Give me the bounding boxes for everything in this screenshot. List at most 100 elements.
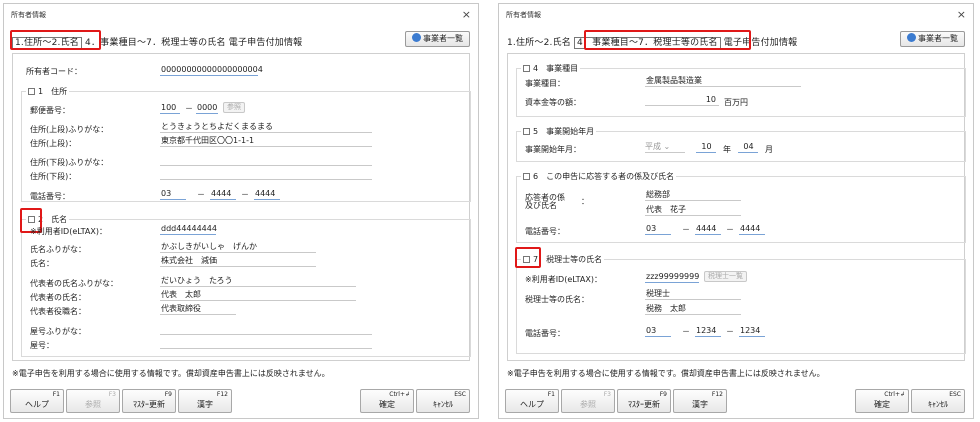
name-field[interactable]: 株式会社 減価 bbox=[160, 255, 316, 267]
addr-kana-upper-field[interactable]: とうきょうとちよだくまるまる bbox=[160, 121, 372, 133]
function-key-bar: F1 ヘルプ F3 参照 F9 ﾏｽﾀｰ更新 F12 漢字 Ctrl+↲ 確定 ESC ｷｬ… bbox=[503, 389, 969, 416]
business-list-button[interactable]: 事業者一覧 bbox=[900, 31, 965, 47]
tel3-field[interactable]: 4444 bbox=[739, 223, 765, 235]
addr-lower-field[interactable] bbox=[160, 168, 372, 180]
f1-key: F1 bbox=[547, 391, 555, 398]
tel-label: 電話番号： bbox=[30, 192, 70, 201]
section-5-checkbox[interactable] bbox=[523, 128, 530, 135]
yago-field[interactable] bbox=[160, 337, 372, 349]
tab-address-name[interactable]: 1.住所～2.氏名 bbox=[507, 38, 571, 48]
capital-label: 資本金等の額： bbox=[525, 98, 581, 107]
tax-accountant-name-field-2[interactable]: 税務 太郎 bbox=[645, 303, 741, 315]
highlight-tab bbox=[10, 30, 101, 50]
rep-kana-label: 代表者の氏名ふりがな： bbox=[30, 279, 118, 288]
f12-label: 漢字 bbox=[692, 400, 708, 409]
respondent-name-field[interactable]: 代表 花子 bbox=[645, 204, 741, 216]
zip1-field[interactable]: 100 bbox=[160, 102, 180, 114]
f9-label: ﾏｽﾀｰ更新 bbox=[133, 400, 165, 409]
tel-dash-2: － bbox=[726, 225, 734, 234]
addr-kana-lower-label: 住所(下段)ふりがな： bbox=[30, 158, 109, 167]
window-title: 所有者情報 bbox=[506, 11, 541, 19]
tel2-field[interactable]: 4444 bbox=[695, 223, 721, 235]
yago-label: 屋号： bbox=[30, 341, 54, 350]
rep-title-field[interactable]: 代表取締役 bbox=[160, 303, 236, 315]
capital-unit: 百万円 bbox=[724, 98, 748, 107]
tel3-field[interactable]: 4444 bbox=[254, 188, 280, 200]
yago-kana-field[interactable] bbox=[160, 323, 372, 335]
name-kana-label: 氏名ふりがな： bbox=[30, 245, 86, 254]
rep-kana-field[interactable]: だいひょう たろう bbox=[160, 275, 356, 287]
section-4-label: 4 事業種目 bbox=[533, 64, 579, 73]
rep-field[interactable]: 代表 太郎 bbox=[160, 289, 356, 301]
addr-upper-field[interactable]: 東京都千代田区〇〇1-1-1 bbox=[160, 135, 372, 147]
function-key-bar: F1 ヘルプ F3 参照 F9 ﾏｽﾀｰ更新 F12 漢字 Ctrl+↲ 確定 ESC ｷｬ… bbox=[8, 389, 474, 416]
title-bar: 所有者情報 × bbox=[4, 4, 478, 26]
content-panel: 所有者コード： 00000000000000000004 1 住所 郵便番号： … bbox=[12, 53, 471, 361]
tax-tel1-field[interactable]: 03 bbox=[645, 325, 671, 337]
cancel-button[interactable]: ESC ｷｬﾝｾﾙ bbox=[416, 389, 470, 413]
tel1-field[interactable]: 03 bbox=[160, 188, 186, 200]
month-field[interactable]: 04 bbox=[738, 141, 758, 153]
tel2-label: 電話番号： bbox=[525, 329, 565, 338]
f3-reference-button[interactable]: F3 参照 bbox=[66, 389, 120, 413]
confirm-label: 確定 bbox=[874, 400, 890, 409]
addr-upper-label: 住所(上段)： bbox=[30, 139, 77, 148]
f3-reference-button[interactable]: F3 参照 bbox=[561, 389, 615, 413]
addr-kana-upper-label: 住所(上段)ふりがな： bbox=[30, 125, 109, 134]
f12-kanji-button[interactable]: F12 漢字 bbox=[673, 389, 727, 413]
f9-master-update-button[interactable]: F9 ﾏｽﾀｰ更新 bbox=[122, 389, 176, 413]
f1-key: F1 bbox=[52, 391, 60, 398]
f1-help-button[interactable]: F1 ヘルプ bbox=[10, 389, 64, 413]
tax-tel2-field[interactable]: 1234 bbox=[695, 325, 721, 337]
userid-label: ※利用者ID(eLTAX)： bbox=[30, 227, 107, 236]
tax-accountant-name-field-1[interactable]: 税理士 bbox=[645, 288, 741, 300]
rep-title-label: 代表者役職名： bbox=[30, 307, 86, 316]
business-list-button[interactable]: 事業者一覧 bbox=[405, 31, 470, 47]
capital-field[interactable]: 10 bbox=[645, 94, 719, 106]
year-field[interactable]: 10 bbox=[696, 141, 716, 153]
tax-tel3-field[interactable]: 1234 bbox=[739, 325, 765, 337]
f1-help-button[interactable]: F1 ヘルプ bbox=[505, 389, 559, 413]
tab-e-filing[interactable]: 電子申告付加情報 bbox=[229, 38, 303, 48]
ctrl-enter-key: Ctrl+↲ bbox=[884, 391, 905, 398]
tax-accountant-list-button[interactable]: 税理士一覧 bbox=[704, 271, 747, 282]
section-4-checkbox[interactable] bbox=[523, 65, 530, 72]
section-1-title: 1 住所 bbox=[26, 86, 70, 97]
f9-master-update-button[interactable]: F9 ﾏｽﾀｰ更新 bbox=[617, 389, 671, 413]
addr-kana-lower-field[interactable] bbox=[160, 154, 372, 166]
tel2-field[interactable]: 4444 bbox=[210, 188, 236, 200]
close-icon[interactable]: × bbox=[462, 8, 471, 21]
section-1-checkbox[interactable] bbox=[28, 88, 35, 95]
confirm-label: 確定 bbox=[379, 400, 395, 409]
section-6-checkbox[interactable] bbox=[523, 173, 530, 180]
userid-label: ※利用者ID(eLTAX)： bbox=[525, 275, 602, 284]
tel1-field[interactable]: 03 bbox=[645, 223, 671, 235]
respondent-dept-field[interactable]: 総務部 bbox=[645, 189, 741, 201]
confirm-button[interactable]: Ctrl+↲ 確定 bbox=[855, 389, 909, 413]
highlight-tab bbox=[584, 30, 751, 50]
confirm-button[interactable]: Ctrl+↲ 確定 bbox=[360, 389, 414, 413]
addr-lower-label: 住所(下段)： bbox=[30, 172, 77, 181]
f12-kanji-button[interactable]: F12 漢字 bbox=[178, 389, 232, 413]
esc-key: ESC bbox=[949, 391, 961, 398]
f3-label: 参照 bbox=[85, 400, 101, 409]
zip2-field[interactable]: 0000 bbox=[196, 102, 218, 114]
zip-reference-button[interactable]: 参照 bbox=[223, 102, 245, 113]
userid-field[interactable]: ddd44444444 bbox=[160, 223, 217, 235]
section-6-label: 6 この申告に応答する者の係及び氏名 bbox=[533, 172, 675, 181]
owner-code-field[interactable]: 00000000000000000004 bbox=[160, 64, 263, 76]
userid-field[interactable]: zzz99999999 bbox=[645, 271, 699, 283]
f3-key: F3 bbox=[108, 391, 116, 398]
section-2-label: 2 氏名 bbox=[38, 215, 68, 224]
tel-label: 電話番号： bbox=[525, 227, 565, 236]
zip-label: 郵便番号： bbox=[30, 106, 70, 115]
close-icon[interactable]: × bbox=[957, 8, 966, 21]
tab-business-tax[interactable]: 4．事業種目～7．税理士等の氏名 bbox=[85, 38, 226, 48]
footer-note: ※電子申告を利用する場合に使用する情報です。償却資産申告書上には反映されません。 bbox=[507, 369, 825, 378]
section-1-label: 1 住所 bbox=[38, 87, 68, 96]
cancel-button[interactable]: ESC ｷｬﾝｾﾙ bbox=[911, 389, 965, 413]
f12-label: 漢字 bbox=[197, 400, 213, 409]
business-type-field[interactable]: 金属製品製造業 bbox=[645, 75, 801, 87]
name-kana-field[interactable]: かぶしきがいしゃ げんか bbox=[160, 241, 316, 253]
era-select[interactable]: 平成 ⌄ bbox=[645, 141, 685, 153]
